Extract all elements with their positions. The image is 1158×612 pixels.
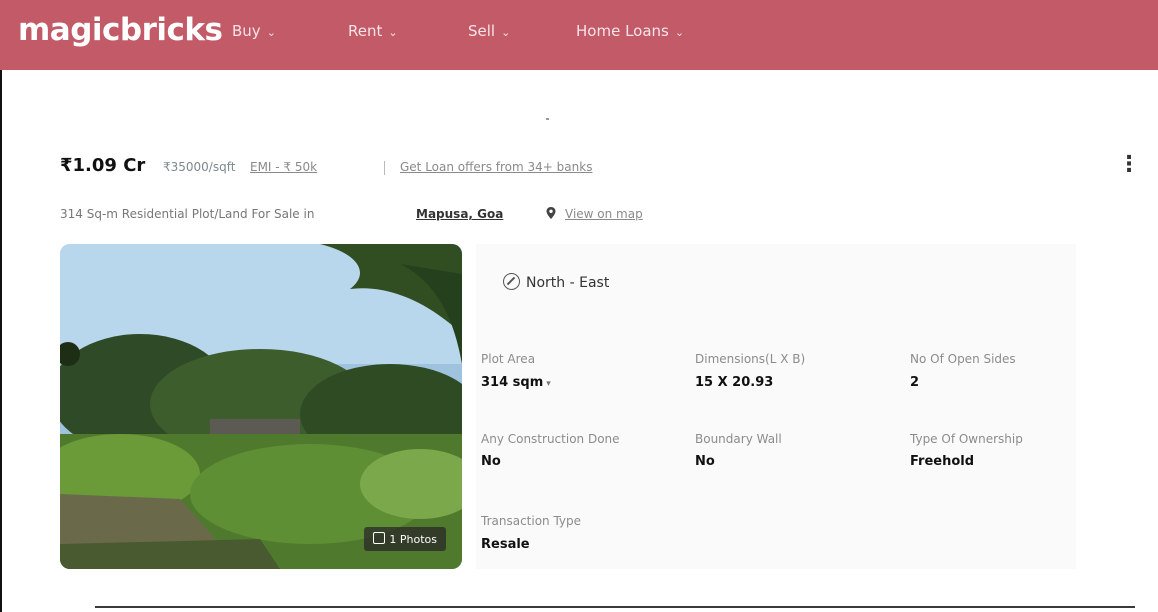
loan-offers-link[interactable]: Get Loan offers from 34+ banks (400, 160, 592, 174)
listing-title: 314 Sq-m Residential Plot/Land For Sale … (60, 207, 315, 221)
left-border (0, 70, 2, 612)
nav-buy-label: Buy (232, 22, 261, 40)
chevron-down-icon: ⌄ (501, 26, 511, 39)
ownership-value: Freehold (910, 454, 975, 469)
photo-icon (373, 532, 386, 544)
site-header: magicbricks Buy ⌄ Rent ⌄ Sell ⌄ Home Loans ⌄ (0, 0, 1158, 70)
chevron-down-icon: ⌄ (388, 26, 398, 39)
dimensions-label: Dimensions(L X B) (695, 352, 806, 366)
nav-buy[interactable]: Buy ⌄ (232, 22, 276, 40)
nav-home-loans[interactable]: Home Loans ⌄ (576, 22, 684, 40)
chevron-down-icon: ⌄ (674, 26, 685, 39)
construction-label: Any Construction Done (481, 432, 620, 446)
bottom-divider (95, 606, 1135, 608)
facing-direction: North - East (503, 273, 609, 291)
locality-link[interactable]: Mapusa, Goa (416, 207, 503, 221)
chevron-down-icon: ⌄ (266, 26, 276, 39)
nav-sell[interactable]: Sell ⌄ (468, 22, 510, 40)
plot-area-label: Plot Area (481, 352, 536, 366)
property-image (60, 244, 462, 569)
ownership-label: Type Of Ownership (910, 432, 1023, 446)
unit-dropdown-icon[interactable]: ▾ (546, 379, 551, 389)
plot-area-value[interactable]: 314 sqm ▾ (481, 375, 551, 390)
compass-icon (503, 273, 520, 290)
nav-home-loans-label: Home Loans (576, 22, 669, 40)
dimensions-value: 15 X 20.93 (695, 375, 774, 390)
price-per-sqft: ₹35000/sqft (163, 160, 236, 174)
nav-sell-label: Sell (468, 22, 496, 40)
emi-link[interactable]: EMI - ₹ 50k (250, 160, 317, 174)
site-logo[interactable]: magicbricks (18, 12, 223, 48)
photos-count-badge[interactable]: 1 Photos (364, 527, 446, 551)
construction-value: No (481, 454, 501, 469)
open-sides-value: 2 (910, 375, 920, 390)
open-sides-label: No Of Open Sides (910, 352, 1016, 366)
transaction-type-value: Resale (481, 537, 530, 552)
facing-value: North - East (526, 275, 610, 291)
boundary-wall-label: Boundary Wall (695, 432, 782, 446)
artifact-dot (546, 118, 549, 120)
boundary-wall-value: No (695, 454, 715, 469)
photos-count: 1 Photos (389, 533, 437, 546)
nav-rent-label: Rent (348, 22, 383, 40)
nav-rent[interactable]: Rent ⌄ (348, 22, 398, 40)
location-pin-icon (546, 207, 556, 219)
view-on-map-link[interactable]: View on map (565, 207, 643, 221)
listing-price: ₹1.09 Cr (60, 155, 146, 176)
transaction-type-label: Transaction Type (481, 514, 582, 528)
plot-area-text: 314 sqm (481, 375, 544, 390)
divider (384, 161, 385, 175)
property-photo[interactable]: 1 Photos (60, 244, 462, 569)
more-vertical-icon[interactable]: ⋮ (1118, 152, 1140, 177)
